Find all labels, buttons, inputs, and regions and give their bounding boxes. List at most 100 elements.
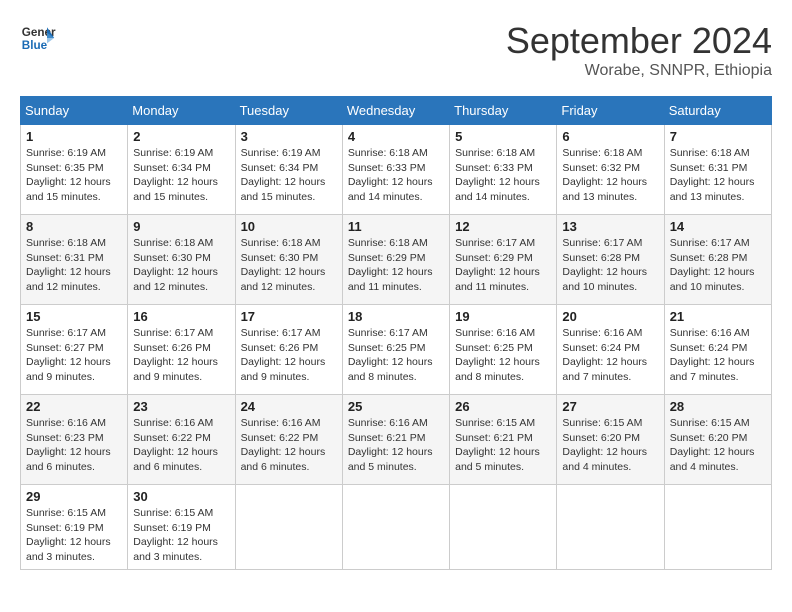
day-number: 23	[133, 399, 229, 414]
day-number: 13	[562, 219, 658, 234]
day-number: 10	[241, 219, 337, 234]
calendar-cell	[557, 485, 664, 570]
calendar-cell	[664, 485, 771, 570]
header-wednesday: Wednesday	[342, 97, 449, 125]
day-info: Sunrise: 6:15 AM Sunset: 6:20 PM Dayligh…	[562, 416, 658, 475]
day-number: 30	[133, 489, 229, 504]
calendar-cell: 23 Sunrise: 6:16 AM Sunset: 6:22 PM Dayl…	[128, 395, 235, 485]
day-info: Sunrise: 6:18 AM Sunset: 6:33 PM Dayligh…	[455, 146, 551, 205]
day-info: Sunrise: 6:16 AM Sunset: 6:22 PM Dayligh…	[241, 416, 337, 475]
calendar-cell: 19 Sunrise: 6:16 AM Sunset: 6:25 PM Dayl…	[450, 305, 557, 395]
calendar-cell: 7 Sunrise: 6:18 AM Sunset: 6:31 PM Dayli…	[664, 125, 771, 215]
day-info: Sunrise: 6:16 AM Sunset: 6:22 PM Dayligh…	[133, 416, 229, 475]
calendar-cell	[342, 485, 449, 570]
month-title: September 2024	[506, 20, 772, 62]
calendar-cell: 3 Sunrise: 6:19 AM Sunset: 6:34 PM Dayli…	[235, 125, 342, 215]
day-info: Sunrise: 6:18 AM Sunset: 6:32 PM Dayligh…	[562, 146, 658, 205]
day-info: Sunrise: 6:15 AM Sunset: 6:19 PM Dayligh…	[133, 506, 229, 565]
page-header: General Blue September 2024 Worabe, SNNP…	[20, 20, 772, 80]
day-info: Sunrise: 6:18 AM Sunset: 6:29 PM Dayligh…	[348, 236, 444, 295]
day-number: 17	[241, 309, 337, 324]
calendar-cell: 27 Sunrise: 6:15 AM Sunset: 6:20 PM Dayl…	[557, 395, 664, 485]
calendar-cell: 13 Sunrise: 6:17 AM Sunset: 6:28 PM Dayl…	[557, 215, 664, 305]
day-info: Sunrise: 6:17 AM Sunset: 6:28 PM Dayligh…	[562, 236, 658, 295]
calendar-cell: 28 Sunrise: 6:15 AM Sunset: 6:20 PM Dayl…	[664, 395, 771, 485]
day-info: Sunrise: 6:17 AM Sunset: 6:27 PM Dayligh…	[26, 326, 122, 385]
day-info: Sunrise: 6:18 AM Sunset: 6:30 PM Dayligh…	[133, 236, 229, 295]
day-number: 11	[348, 219, 444, 234]
calendar-cell	[450, 485, 557, 570]
day-info: Sunrise: 6:17 AM Sunset: 6:29 PM Dayligh…	[455, 236, 551, 295]
calendar-cell: 1 Sunrise: 6:19 AM Sunset: 6:35 PM Dayli…	[21, 125, 128, 215]
header-friday: Friday	[557, 97, 664, 125]
logo-icon: General Blue	[20, 20, 56, 56]
calendar-cell: 22 Sunrise: 6:16 AM Sunset: 6:23 PM Dayl…	[21, 395, 128, 485]
day-number: 28	[670, 399, 766, 414]
calendar-cell: 21 Sunrise: 6:16 AM Sunset: 6:24 PM Dayl…	[664, 305, 771, 395]
day-info: Sunrise: 6:17 AM Sunset: 6:25 PM Dayligh…	[348, 326, 444, 385]
day-number: 20	[562, 309, 658, 324]
day-info: Sunrise: 6:18 AM Sunset: 6:31 PM Dayligh…	[26, 236, 122, 295]
day-number: 7	[670, 129, 766, 144]
day-number: 29	[26, 489, 122, 504]
calendar-cell: 14 Sunrise: 6:17 AM Sunset: 6:28 PM Dayl…	[664, 215, 771, 305]
calendar-cell: 26 Sunrise: 6:15 AM Sunset: 6:21 PM Dayl…	[450, 395, 557, 485]
day-info: Sunrise: 6:18 AM Sunset: 6:33 PM Dayligh…	[348, 146, 444, 205]
day-number: 8	[26, 219, 122, 234]
day-info: Sunrise: 6:17 AM Sunset: 6:26 PM Dayligh…	[133, 326, 229, 385]
calendar-cell: 5 Sunrise: 6:18 AM Sunset: 6:33 PM Dayli…	[450, 125, 557, 215]
calendar-cell: 2 Sunrise: 6:19 AM Sunset: 6:34 PM Dayli…	[128, 125, 235, 215]
day-info: Sunrise: 6:17 AM Sunset: 6:28 PM Dayligh…	[670, 236, 766, 295]
day-number: 15	[26, 309, 122, 324]
day-number: 9	[133, 219, 229, 234]
calendar-cell: 4 Sunrise: 6:18 AM Sunset: 6:33 PM Dayli…	[342, 125, 449, 215]
day-info: Sunrise: 6:17 AM Sunset: 6:26 PM Dayligh…	[241, 326, 337, 385]
day-number: 4	[348, 129, 444, 144]
calendar-cell: 25 Sunrise: 6:16 AM Sunset: 6:21 PM Dayl…	[342, 395, 449, 485]
calendar-cell: 20 Sunrise: 6:16 AM Sunset: 6:24 PM Dayl…	[557, 305, 664, 395]
header-sunday: Sunday	[21, 97, 128, 125]
logo: General Blue	[20, 20, 56, 56]
day-number: 18	[348, 309, 444, 324]
calendar-cell: 8 Sunrise: 6:18 AM Sunset: 6:31 PM Dayli…	[21, 215, 128, 305]
svg-text:Blue: Blue	[22, 39, 48, 52]
calendar-cell: 29 Sunrise: 6:15 AM Sunset: 6:19 PM Dayl…	[21, 485, 128, 570]
day-number: 5	[455, 129, 551, 144]
day-info: Sunrise: 6:19 AM Sunset: 6:34 PM Dayligh…	[133, 146, 229, 205]
day-number: 3	[241, 129, 337, 144]
day-number: 14	[670, 219, 766, 234]
calendar-cell: 6 Sunrise: 6:18 AM Sunset: 6:32 PM Dayli…	[557, 125, 664, 215]
header-thursday: Thursday	[450, 97, 557, 125]
day-number: 24	[241, 399, 337, 414]
day-number: 16	[133, 309, 229, 324]
day-info: Sunrise: 6:16 AM Sunset: 6:24 PM Dayligh…	[670, 326, 766, 385]
calendar-cell: 15 Sunrise: 6:17 AM Sunset: 6:27 PM Dayl…	[21, 305, 128, 395]
day-info: Sunrise: 6:16 AM Sunset: 6:24 PM Dayligh…	[562, 326, 658, 385]
calendar-cell: 12 Sunrise: 6:17 AM Sunset: 6:29 PM Dayl…	[450, 215, 557, 305]
day-info: Sunrise: 6:19 AM Sunset: 6:35 PM Dayligh…	[26, 146, 122, 205]
calendar-cell: 24 Sunrise: 6:16 AM Sunset: 6:22 PM Dayl…	[235, 395, 342, 485]
day-info: Sunrise: 6:19 AM Sunset: 6:34 PM Dayligh…	[241, 146, 337, 205]
calendar-cell: 16 Sunrise: 6:17 AM Sunset: 6:26 PM Dayl…	[128, 305, 235, 395]
day-number: 26	[455, 399, 551, 414]
header-monday: Monday	[128, 97, 235, 125]
title-block: September 2024 Worabe, SNNPR, Ethiopia	[506, 20, 772, 80]
day-info: Sunrise: 6:16 AM Sunset: 6:21 PM Dayligh…	[348, 416, 444, 475]
day-number: 12	[455, 219, 551, 234]
day-number: 21	[670, 309, 766, 324]
day-number: 19	[455, 309, 551, 324]
calendar-cell: 11 Sunrise: 6:18 AM Sunset: 6:29 PM Dayl…	[342, 215, 449, 305]
day-info: Sunrise: 6:16 AM Sunset: 6:23 PM Dayligh…	[26, 416, 122, 475]
calendar-header-row: Sunday Monday Tuesday Wednesday Thursday…	[21, 97, 772, 125]
day-number: 22	[26, 399, 122, 414]
calendar-cell: 10 Sunrise: 6:18 AM Sunset: 6:30 PM Dayl…	[235, 215, 342, 305]
calendar-table: Sunday Monday Tuesday Wednesday Thursday…	[20, 96, 772, 570]
header-tuesday: Tuesday	[235, 97, 342, 125]
day-info: Sunrise: 6:15 AM Sunset: 6:19 PM Dayligh…	[26, 506, 122, 565]
calendar-cell: 9 Sunrise: 6:18 AM Sunset: 6:30 PM Dayli…	[128, 215, 235, 305]
day-number: 6	[562, 129, 658, 144]
day-number: 1	[26, 129, 122, 144]
calendar-cell: 18 Sunrise: 6:17 AM Sunset: 6:25 PM Dayl…	[342, 305, 449, 395]
calendar-cell: 17 Sunrise: 6:17 AM Sunset: 6:26 PM Dayl…	[235, 305, 342, 395]
calendar-cell	[235, 485, 342, 570]
